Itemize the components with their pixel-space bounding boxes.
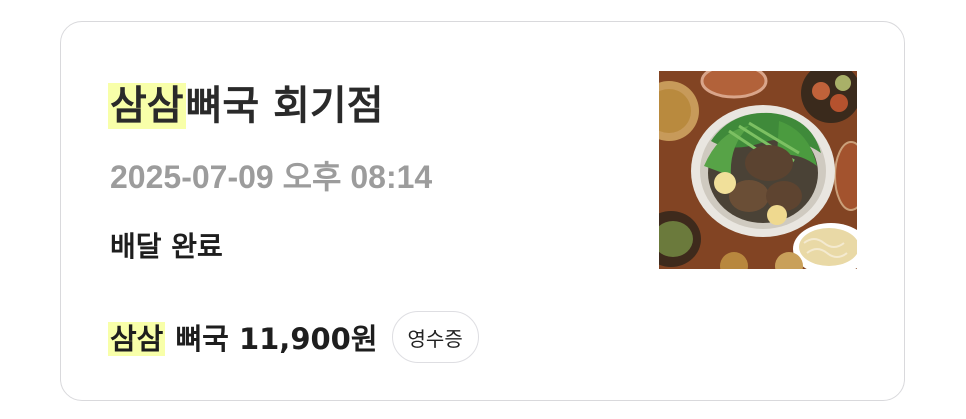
store-name[interactable]: 삼삼뼈국 회기점	[108, 70, 384, 142]
delivery-status: 배달 완료	[110, 230, 223, 263]
receipt-button[interactable]: 영수증	[391, 311, 479, 363]
food-thumbnail[interactable]	[659, 71, 857, 269]
menu-price: 뼈국 11,900원	[175, 322, 378, 356]
order-summary-row: 삼삼 뼈국 11,900원 영수증	[108, 311, 479, 363]
search-highlight: 삼삼	[108, 322, 166, 356]
store-name-rest: 뼈국 회기점	[185, 83, 384, 129]
menu-summary: 삼삼 뼈국 11,900원	[108, 316, 378, 358]
order-datetime: 2025-07-09 오후 08:14	[110, 159, 433, 195]
search-highlight: 삼삼	[108, 83, 186, 129]
bone-soup-photo	[659, 71, 857, 269]
